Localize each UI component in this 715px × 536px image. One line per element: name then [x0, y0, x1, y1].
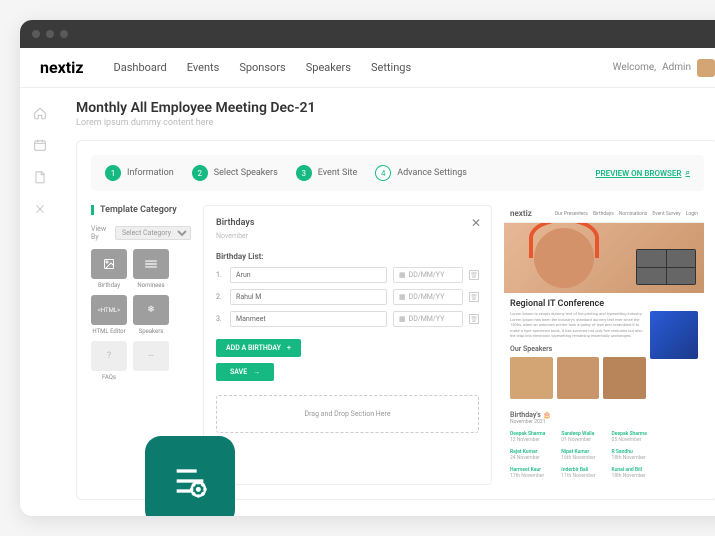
date-input[interactable]: ▦DD/MM/YY	[393, 289, 463, 305]
delete-icon[interactable]: 🗑	[469, 270, 479, 280]
template-category-header: Template Category	[91, 205, 191, 215]
form-title: Birthdays	[216, 218, 479, 228]
step-information[interactable]: 1Information	[105, 165, 174, 181]
welcome-user: Admin	[662, 62, 691, 73]
home-icon[interactable]	[33, 106, 47, 120]
calendar-icon: ▦	[399, 315, 406, 323]
nav-events[interactable]: Events	[187, 61, 220, 74]
viewby-label: View By	[91, 225, 111, 241]
side-image	[650, 311, 698, 359]
nav-speakers[interactable]: Speakers	[306, 61, 351, 74]
preview-nav-item[interactable]: Event Survey	[652, 211, 680, 217]
tools-icon[interactable]	[33, 202, 47, 216]
close-icon[interactable]: ✕	[471, 216, 481, 230]
tile-speakers[interactable]: ❄Speakers	[133, 295, 169, 335]
window-min-dot[interactable]	[46, 30, 54, 38]
bday-date: 11th November	[561, 473, 595, 479]
document-icon[interactable]	[33, 170, 47, 184]
step-advance[interactable]: 4Advance Settings	[375, 165, 467, 181]
floating-settings-badge[interactable]	[145, 436, 235, 516]
preview-nav-item[interactable]: Nominations	[619, 211, 648, 217]
bday-date: 24 November	[510, 455, 545, 461]
page-subtitle: Lorem ipsum dummy content here	[76, 118, 715, 128]
top-nav: nextiz Dashboard Events Sponsors Speaker…	[20, 48, 715, 88]
conference-body: Lorem Ipsum is simply dummy text of the …	[504, 311, 704, 339]
window-max-dot[interactable]	[60, 30, 68, 38]
list-label: Birthday List:	[216, 252, 479, 261]
preview-nav-item[interactable]: Birthdays	[593, 211, 614, 217]
nav-links: Dashboard Events Sponsors Speakers Setti…	[114, 61, 412, 74]
window-close-dot[interactable]	[32, 30, 40, 38]
list-gear-icon	[170, 461, 210, 501]
page-title: Monthly All Employee Meeting Dec-21	[76, 100, 715, 116]
form-panel: ✕ Birthdays November Birthday List: 1. ▦…	[203, 205, 492, 485]
date-input[interactable]: ▦DD/MM/YY	[393, 267, 463, 283]
conference-title: Regional IT Conference	[504, 293, 704, 311]
drag-drop-zone[interactable]: Drag and Drop Section Here	[216, 395, 479, 433]
delete-icon[interactable]: 🗑	[469, 314, 479, 324]
nav-sponsors[interactable]: Sponsors	[239, 61, 285, 74]
search-icon: ⌕	[686, 168, 690, 178]
calendar-icon: ▦	[399, 271, 406, 279]
speaker-photo	[603, 357, 646, 399]
tile-nominees[interactable]: Nominees	[133, 249, 169, 289]
preview-nav-item[interactable]: Login	[686, 211, 698, 217]
category-select[interactable]: Select Category	[115, 226, 191, 240]
birthday-row: 1. ▦DD/MM/YY 🗑	[216, 267, 479, 283]
left-rail	[20, 88, 60, 516]
tile-birthday[interactable]: Birthday	[91, 249, 127, 289]
bday-date: 05 November	[612, 437, 647, 443]
arrow-right-icon: →	[253, 368, 260, 376]
nav-dashboard[interactable]: Dashboard	[114, 61, 167, 74]
preview-on-browser-link[interactable]: PREVIEW ON BROWSER⌕	[595, 168, 690, 178]
preview-panel: nextiz Our Presenters Birthdays Nominati…	[504, 205, 704, 485]
speaker-photo	[510, 357, 553, 399]
bday-date: 18th November	[612, 473, 647, 479]
add-birthday-button[interactable]: ADD A BIRTHDAY+	[216, 339, 301, 357]
brand-logo[interactable]: nextiz	[40, 58, 84, 77]
calendar-icon[interactable]	[33, 138, 47, 152]
save-button[interactable]: SAVE→	[216, 363, 274, 381]
form-month: November	[216, 232, 479, 240]
birthday-row: 3. ▦DD/MM/YY 🗑	[216, 311, 479, 327]
tile-divider[interactable]: --	[133, 341, 169, 381]
step-event-site[interactable]: 3Event Site	[296, 165, 357, 181]
welcome-label: Welcome,	[613, 62, 656, 73]
bday-date: 17th November	[510, 473, 545, 479]
delete-icon[interactable]: 🗑	[469, 292, 479, 302]
tile-html[interactable]: <HTML>HTML Editor	[91, 295, 127, 335]
bday-date: 12 November	[510, 437, 545, 443]
name-input[interactable]	[230, 311, 387, 327]
date-input[interactable]: ▦DD/MM/YY	[393, 311, 463, 327]
avatar[interactable]	[697, 59, 715, 77]
bday-date: 18th November	[612, 455, 647, 461]
birthday-section-title: Birthday's 🎂	[510, 411, 698, 419]
stepper: 1Information 2Select Speakers 3Event Sit…	[91, 155, 704, 191]
welcome-area: Welcome, Admin	[613, 59, 715, 77]
bday-date: 16th November	[561, 455, 595, 461]
nav-settings[interactable]: Settings	[371, 61, 411, 74]
titlebar	[20, 20, 715, 48]
preview-nav-item[interactable]: Our Presenters	[555, 211, 588, 217]
birthday-row: 2. ▦DD/MM/YY 🗑	[216, 289, 479, 305]
tile-faqs[interactable]: ?FAQs	[91, 341, 127, 381]
birthday-month: November 2021	[510, 419, 698, 425]
hero-image	[504, 223, 704, 293]
plus-icon: +	[287, 344, 291, 352]
name-input[interactable]	[230, 267, 387, 283]
bday-date: 01 November	[561, 437, 595, 443]
name-input[interactable]	[230, 289, 387, 305]
speaker-photo	[557, 357, 600, 399]
preview-brand: nextiz	[510, 209, 532, 218]
app-window: nextiz Dashboard Events Sponsors Speaker…	[20, 20, 715, 516]
step-speakers[interactable]: 2Select Speakers	[192, 165, 278, 181]
preview-header: nextiz Our Presenters Birthdays Nominati…	[504, 205, 704, 223]
calendar-icon: ▦	[399, 293, 406, 301]
